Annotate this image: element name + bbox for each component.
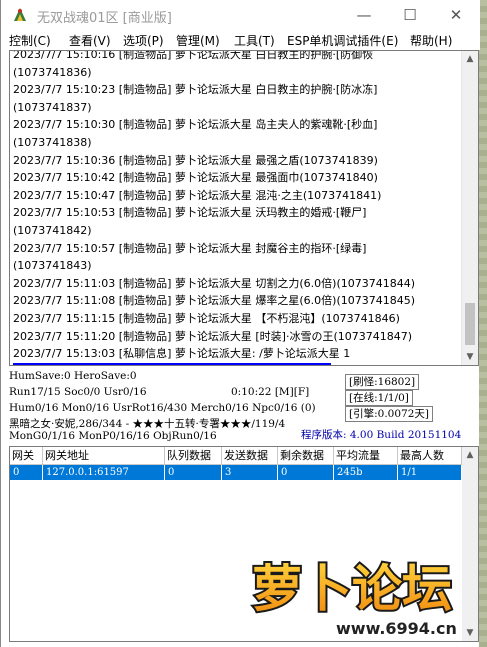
menu-esp-plugin[interactable]: ESP单机调试插件(E) xyxy=(287,32,398,49)
app-logo-icon xyxy=(14,8,26,21)
log-line-text: 2023/7/7 15:10:53 [制造物品] 萝卜论坛派大星 沃玛教主的婚戒… xyxy=(13,206,367,220)
maximize-button[interactable]: ☐ xyxy=(387,0,433,30)
menu-control[interactable]: 控制(C) xyxy=(9,32,51,49)
humsave-stat: HumSave:0 HeroSave:0 xyxy=(9,370,137,382)
cell-send: 3 xyxy=(222,465,278,480)
server-window: 无双战魂01区 [商业版] — ☐ ✕ 控制(C) 查看(V) 选项(P) 管理… xyxy=(0,0,480,647)
log-line-text: 2023/7/7 15:10:30 [制造物品] 萝卜论坛派大星 岛主夫人的紫魂… xyxy=(13,118,378,132)
log-line: 2023/7/7 15:11:15 [制造物品] 萝卜论坛派大星 【不朽混沌】(… xyxy=(13,307,458,325)
log-panel[interactable]: 2023/7/7 15:10:16 [制造物品] 萝卜论坛派大星 白日教主的护腕… xyxy=(9,50,479,366)
log-line-text: 2023/7/7 15:10:23 [制造物品] 萝卜论坛派大星 白日教主的护腕… xyxy=(13,83,378,97)
table-row[interactable]: 0 127.0.0.1:61597 0 3 0 245b 1/1 xyxy=(10,465,462,480)
log-line-text: 2023/7/7 15:11:20 [制造物品] 萝卜论坛派大星 [时装]·冰雪… xyxy=(13,329,413,343)
log-line-text: 2023/7/7 15:10:57 [制造物品] 萝卜论坛派大星 封魔谷主的指环… xyxy=(13,241,367,255)
table-scroll-up-icon[interactable]: ▲ xyxy=(462,447,478,463)
menu-view[interactable]: 查看(V) xyxy=(69,32,111,49)
menu-tools[interactable]: 工具(T) xyxy=(234,32,275,49)
log-line-text: 2023/7/7 15:11:03 [制造物品] 萝卜论坛派大星 切割之力(6.… xyxy=(13,276,416,290)
log-scrollbar[interactable]: ▲ ▼ xyxy=(461,51,478,365)
log-line: 2023/7/7 15:10:53 [制造物品] 萝卜论坛派大星 沃玛教主的婚戒… xyxy=(13,201,458,219)
watermark-title: 萝卜论坛 xyxy=(252,560,452,618)
online-stat: [在线:1/1/0] xyxy=(345,390,413,406)
table-header: 网关 网关地址 队列数据 发送数据 剩余数据 平均流量 最高人数 xyxy=(10,447,462,465)
menu-bar: 控制(C) 查看(V) 选项(P) 管理(M) 工具(T) ESP单机调试插件(… xyxy=(1,30,480,50)
program-version: 程序版本: 4.00 Build 20151104 xyxy=(301,429,462,441)
close-button[interactable]: ✕ xyxy=(433,0,479,30)
engine-stat: [引擎:0.0072天] xyxy=(345,406,433,422)
log-line: (1073741843) xyxy=(13,254,458,272)
log-line: 2023/7/7 15:11:08 [制造物品] 萝卜论坛派大星 爆率之星(6.… xyxy=(13,289,458,307)
col-remaining-data[interactable]: 剩余数据 xyxy=(278,447,334,464)
log-line: 2023/7/7 15:11:03 [制造物品] 萝卜论坛派大星 切割之力(6.… xyxy=(13,272,458,290)
log-line-text: (1073741837) xyxy=(13,100,92,114)
col-queue-data[interactable]: 队列数据 xyxy=(165,447,222,464)
monster-refresh-stat: [刷怪:16802] xyxy=(345,374,420,390)
cell-avg-traffic: 245b xyxy=(334,465,398,480)
scroll-down-icon[interactable]: ▼ xyxy=(462,349,478,365)
scroll-up-icon[interactable]: ▲ xyxy=(462,51,478,67)
log-line-text: (1073741843) xyxy=(13,259,92,273)
log-line: 2023/7/7 15:10:42 [制造物品] 萝卜论坛派大星 最强面巾(10… xyxy=(13,166,458,184)
window-title: 无双战魂01区 [商业版] xyxy=(37,11,172,26)
luobo-forum-watermark: 萝卜论坛 www.6994.cn xyxy=(250,558,458,640)
log-line: 2023/7/7 15:10:16 [制造物品] 萝卜论坛派大星 白日教主的护腕… xyxy=(13,50,458,61)
col-gateway-address[interactable]: 网关地址 xyxy=(43,447,165,464)
background-right-strip xyxy=(479,0,487,647)
uptime-stat: 0:10:22 [M][F] xyxy=(231,386,310,398)
log-line: 2023/7/7 15:13:03 [私聊信息] 萝卜论坛派大星: /萝卜论坛派… xyxy=(13,342,458,360)
log-line: (1073741837) xyxy=(13,96,458,114)
menu-manage[interactable]: 管理(M) xyxy=(176,32,220,49)
log-line: 2023/7/7 15:10:36 [制造物品] 萝卜论坛派大星 最强之盾(10… xyxy=(13,149,458,167)
minimize-button[interactable]: — xyxy=(341,0,387,30)
log-line-text: 2023/7/7 15:11:15 [制造物品] 萝卜论坛派大星 【不朽混沌】(… xyxy=(13,311,400,325)
log-line: 2023/7/7 15:10:47 [制造物品] 萝卜论坛派大星 混沌·之主(1… xyxy=(13,184,458,202)
log-line-text: (1073741836) xyxy=(13,65,92,79)
run-stat: Run17/15 Soc0/0 Usr0/16 xyxy=(9,386,147,398)
log-line-text: (1073741842) xyxy=(13,223,92,237)
log-line: (1073741842) xyxy=(13,219,458,237)
log-line-text: 2023/7/7 15:10:42 [制造物品] 萝卜论坛派大星 最强面巾(10… xyxy=(13,171,378,185)
cell-address: 127.0.0.1:61597 xyxy=(43,465,165,480)
cell-remaining: 0 xyxy=(278,465,334,480)
col-send-data[interactable]: 发送数据 xyxy=(222,447,278,464)
log-line-text: 2023/7/7 15:13:03 [私聊信息] 萝卜论坛派大星: /萝卜论坛派… xyxy=(13,347,351,361)
watermark-url: www.6994.cn xyxy=(336,619,457,638)
col-gateway[interactable]: 网关 xyxy=(10,447,43,464)
cell-gateway: 0 xyxy=(10,465,43,480)
menu-options[interactable]: 选项(P) xyxy=(123,32,164,49)
log-line: (1073741836) xyxy=(13,61,458,79)
log-line-text: 2023/7/7 15:10:47 [制造物品] 萝卜论坛派大星 混沌·之主(1… xyxy=(13,188,382,202)
title-bar[interactable]: 无双战魂01区 [商业版] — ☐ ✕ xyxy=(1,0,480,30)
log-line-text: 2023/7/7 15:11:08 [制造物品] 萝卜论坛派大星 爆率之星(6.… xyxy=(13,294,416,308)
log-line: 2023/7/7 15:14:00 在线总数: 1 真人数: 1 离线数: 0 … xyxy=(13,360,458,365)
log-line: (1073741838) xyxy=(13,131,458,149)
col-avg-traffic[interactable]: 平均流量 xyxy=(334,447,398,464)
log-line: 2023/7/7 15:10:30 [制造物品] 萝卜论坛派大星 岛主夫人的紫魂… xyxy=(13,113,458,131)
log-line: 2023/7/7 15:10:23 [制造物品] 萝卜论坛派大星 白日教主的护腕… xyxy=(13,78,458,96)
log-line-text: (1073741838) xyxy=(13,135,92,149)
hum-stat: Hum0/16 Mon0/16 UsrRot16/430 Merch0/16 N… xyxy=(9,402,316,414)
cell-queue: 0 xyxy=(165,465,222,480)
log-line: 2023/7/7 15:11:20 [制造物品] 萝卜论坛派大星 [时装]·冰雪… xyxy=(13,325,458,343)
scroll-thumb[interactable] xyxy=(465,303,475,345)
log-lines: 2023/7/7 15:10:16 [制造物品] 萝卜论坛派大星 白日教主的护腕… xyxy=(13,50,458,365)
log-line: 2023/7/7 15:10:57 [制造物品] 萝卜论坛派大星 封魔谷主的指环… xyxy=(13,237,458,255)
log-line-text: 2023/7/7 15:10:36 [制造物品] 萝卜论坛派大星 最强之盾(10… xyxy=(13,153,378,167)
cell-max-users: 1/1 xyxy=(398,465,462,480)
col-max-users[interactable]: 最高人数 xyxy=(398,447,462,464)
log-line-selected: 2023/7/7 15:14:00 在线总数: 1 真人数: 1 离线数: 0 … xyxy=(13,362,332,365)
log-line-text: 2023/7/7 15:10:16 [制造物品] 萝卜论坛派大星 白日教主的护腕… xyxy=(13,50,374,61)
mong-stat: MonG0/1/16 MonP0/16/16 ObjRun0/16 xyxy=(9,430,217,442)
status-panel: HumSave:0 HeroSave:0 Run17/15 Soc0/0 Usr… xyxy=(9,368,479,444)
menu-help[interactable]: 帮助(H) xyxy=(410,32,452,49)
character-stat: 黑暗之女·安妮,286/344 - ★★★十五转·专署★★★/119/4 xyxy=(9,418,286,430)
